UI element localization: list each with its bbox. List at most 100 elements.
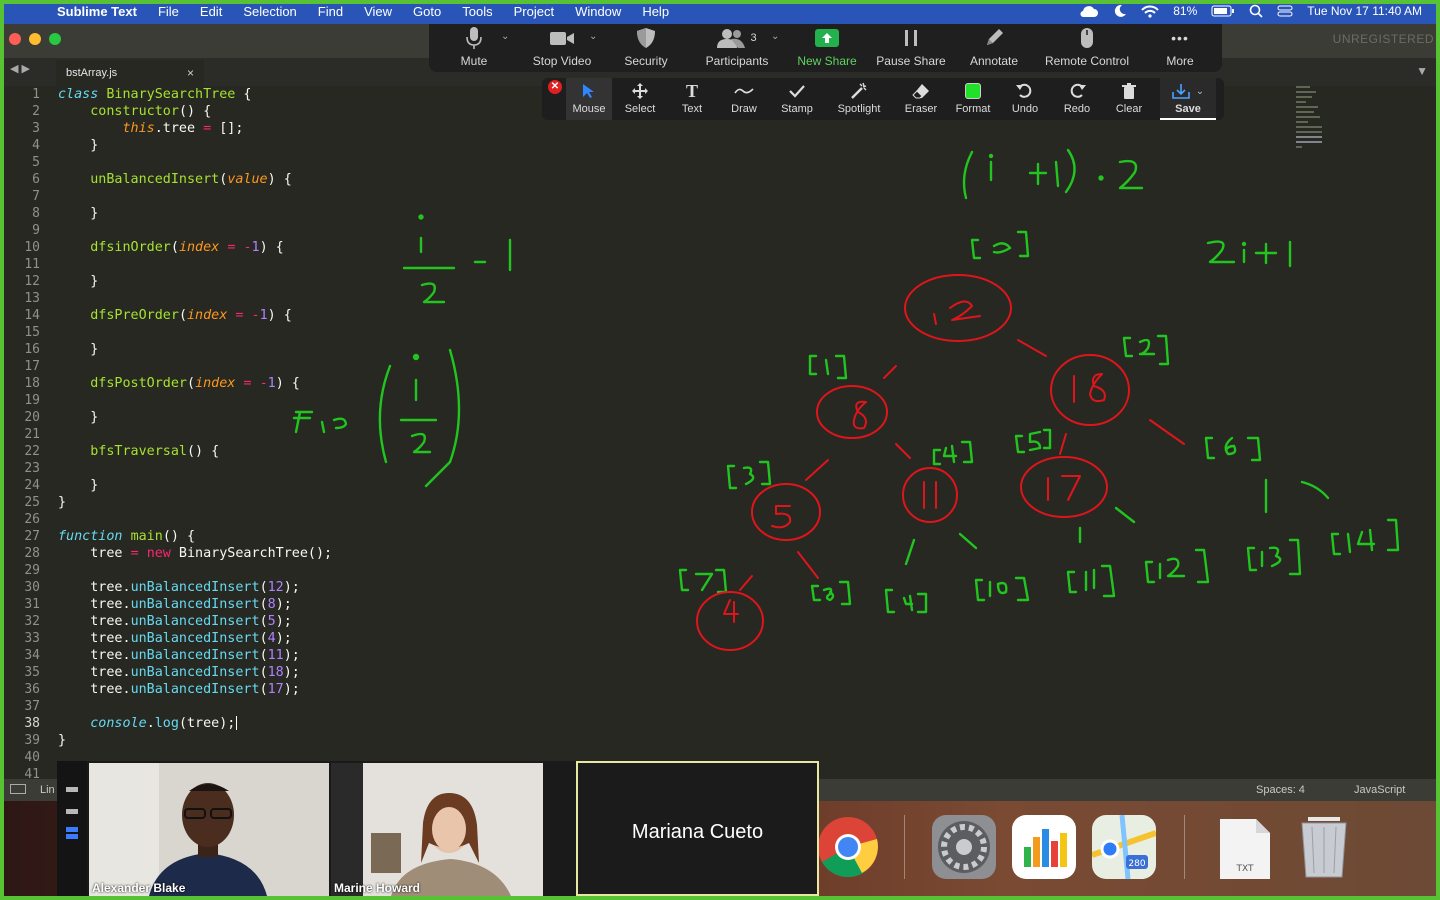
participants-button[interactable]: 3 Participants xyxy=(697,21,777,72)
menu-file[interactable]: File xyxy=(158,4,179,19)
menu-edit[interactable]: Edit xyxy=(200,4,222,19)
more-dots-icon: ••• xyxy=(1171,30,1189,46)
line-number: 8 xyxy=(32,206,40,221)
maps-icon[interactable]: 280 xyxy=(1091,814,1157,880)
spotlight-tool[interactable]: Spotlight xyxy=(832,78,886,120)
format-tool[interactable]: Format xyxy=(950,78,996,120)
mute-options-caret[interactable]: ⌄ xyxy=(501,31,509,42)
line-number: 12 xyxy=(24,274,40,289)
menu-project[interactable]: Project xyxy=(514,4,554,19)
close-window-button[interactable] xyxy=(9,33,21,45)
active-speaker-tile[interactable]: Mariana Cueto xyxy=(576,761,819,896)
menu-tools[interactable]: Tools xyxy=(462,4,492,19)
code-line: } xyxy=(58,495,67,510)
line-number: 27 xyxy=(24,529,40,544)
system-preferences-icon[interactable] xyxy=(932,815,996,879)
line-number: 18 xyxy=(24,376,40,391)
menu-app-name[interactable]: Sublime Text xyxy=(57,4,137,19)
menu-window[interactable]: Window xyxy=(575,4,621,19)
security-button[interactable]: Security xyxy=(615,21,677,72)
more-button[interactable]: ••• More xyxy=(1155,21,1205,72)
video-layout-controls[interactable] xyxy=(57,761,87,896)
tab-close-icon[interactable]: × xyxy=(187,66,194,80)
undo-button[interactable]: Undo xyxy=(1002,78,1048,120)
menu-help[interactable]: Help xyxy=(642,4,669,19)
panel-toggle-icon[interactable] xyxy=(10,784,26,794)
stamp-tool[interactable]: Stamp xyxy=(774,78,820,120)
code-editor[interactable]: class BinarySearchTree { constructor() {… xyxy=(58,86,332,749)
indentation-setting[interactable]: Spaces: 4 xyxy=(1256,784,1305,796)
tab-nav-arrows[interactable]: ◀ ▶ xyxy=(10,62,30,75)
line-number: 28 xyxy=(24,546,40,561)
line-number: 24 xyxy=(24,478,40,493)
video-options-caret[interactable]: ⌄ xyxy=(589,31,597,42)
remote-control-button[interactable]: Remote Control xyxy=(1039,21,1135,72)
syntax-selector[interactable]: JavaScript xyxy=(1354,784,1405,796)
cursor-arrow-icon xyxy=(583,84,594,98)
line-number: 37 xyxy=(24,699,40,714)
text-t-icon: T xyxy=(685,80,698,101)
menu-find[interactable]: Find xyxy=(318,4,343,19)
chrome-icon[interactable] xyxy=(816,815,880,879)
line-number: 7 xyxy=(32,189,40,204)
save-button[interactable]: ⌄ Save xyxy=(1160,78,1216,120)
code-line: tree.unBalancedInsert(17); xyxy=(58,682,300,697)
control-center-icon[interactable] xyxy=(1277,4,1293,18)
line-number: 35 xyxy=(24,665,40,680)
menu-clock[interactable]: Tue Nov 17 11:40 AM xyxy=(1307,4,1422,18)
line-number: 25 xyxy=(24,495,40,510)
redo-button[interactable]: Redo xyxy=(1054,78,1100,120)
numbers-icon[interactable] xyxy=(1012,815,1076,879)
annotate-button[interactable]: Annotate xyxy=(965,21,1023,72)
wifi-icon[interactable] xyxy=(1141,5,1159,18)
txt-document-icon[interactable]: TXT xyxy=(1212,815,1276,879)
minimize-window-button[interactable] xyxy=(29,33,41,45)
text-tool[interactable]: T Text xyxy=(670,78,714,120)
tab-dropdown-icon[interactable]: ▼ xyxy=(1416,64,1428,78)
squiggle-icon xyxy=(734,88,754,94)
menu-selection[interactable]: Selection xyxy=(243,4,296,19)
cloud-icon[interactable] xyxy=(1079,4,1099,18)
line-number: 29 xyxy=(24,563,40,578)
line-number: 15 xyxy=(24,325,40,340)
save-options-caret[interactable]: ⌄ xyxy=(1196,86,1204,97)
tab-bstarray[interactable]: bstArray.js × xyxy=(56,60,204,86)
draw-tool[interactable]: Draw xyxy=(722,78,766,120)
trash-icon[interactable] xyxy=(1292,815,1356,879)
dock-separator xyxy=(904,815,905,879)
pause-share-button[interactable]: Pause Share xyxy=(873,21,949,72)
participant-name: Alexander Blake xyxy=(92,881,186,895)
participant-video xyxy=(331,763,543,896)
mouse-tool[interactable]: Mouse xyxy=(566,78,612,120)
mute-button[interactable]: Mute xyxy=(445,21,503,72)
do-not-disturb-icon[interactable] xyxy=(1113,4,1127,18)
share-screen-icon xyxy=(815,29,839,47)
undo-icon xyxy=(1016,83,1032,98)
zoom-window-button[interactable] xyxy=(49,33,61,45)
participant-tile-alexander[interactable]: Alexander Blake xyxy=(89,763,329,896)
minimap[interactable] xyxy=(1296,86,1328,172)
line-number: 6 xyxy=(32,172,40,187)
menu-goto[interactable]: Goto xyxy=(413,4,441,19)
battery-percent: 81% xyxy=(1173,4,1198,18)
clear-button[interactable]: Clear xyxy=(1106,78,1152,120)
spotlight-search-icon[interactable] xyxy=(1249,4,1263,18)
code-line: tree.unBalancedInsert(18); xyxy=(58,665,300,680)
new-share-button[interactable]: New Share xyxy=(793,21,861,72)
magic-wand-icon xyxy=(851,82,867,99)
menu-view[interactable]: View xyxy=(364,4,392,19)
battery-icon[interactable] xyxy=(1211,5,1235,17)
pause-icon xyxy=(905,30,917,46)
stop-video-button[interactable]: Stop Video xyxy=(525,21,599,72)
participant-tile-marine[interactable]: Marine Howard xyxy=(331,763,543,896)
unregistered-label: UNREGISTERED xyxy=(1332,32,1434,46)
download-icon xyxy=(1171,84,1190,99)
txt-label: TXT xyxy=(1235,864,1254,874)
participants-options-caret[interactable]: ⌄ xyxy=(771,31,779,42)
close-annotation-icon[interactable]: ✕ xyxy=(548,80,562,94)
select-tool[interactable]: Select xyxy=(618,78,662,120)
eraser-tool[interactable]: Eraser xyxy=(898,78,944,120)
